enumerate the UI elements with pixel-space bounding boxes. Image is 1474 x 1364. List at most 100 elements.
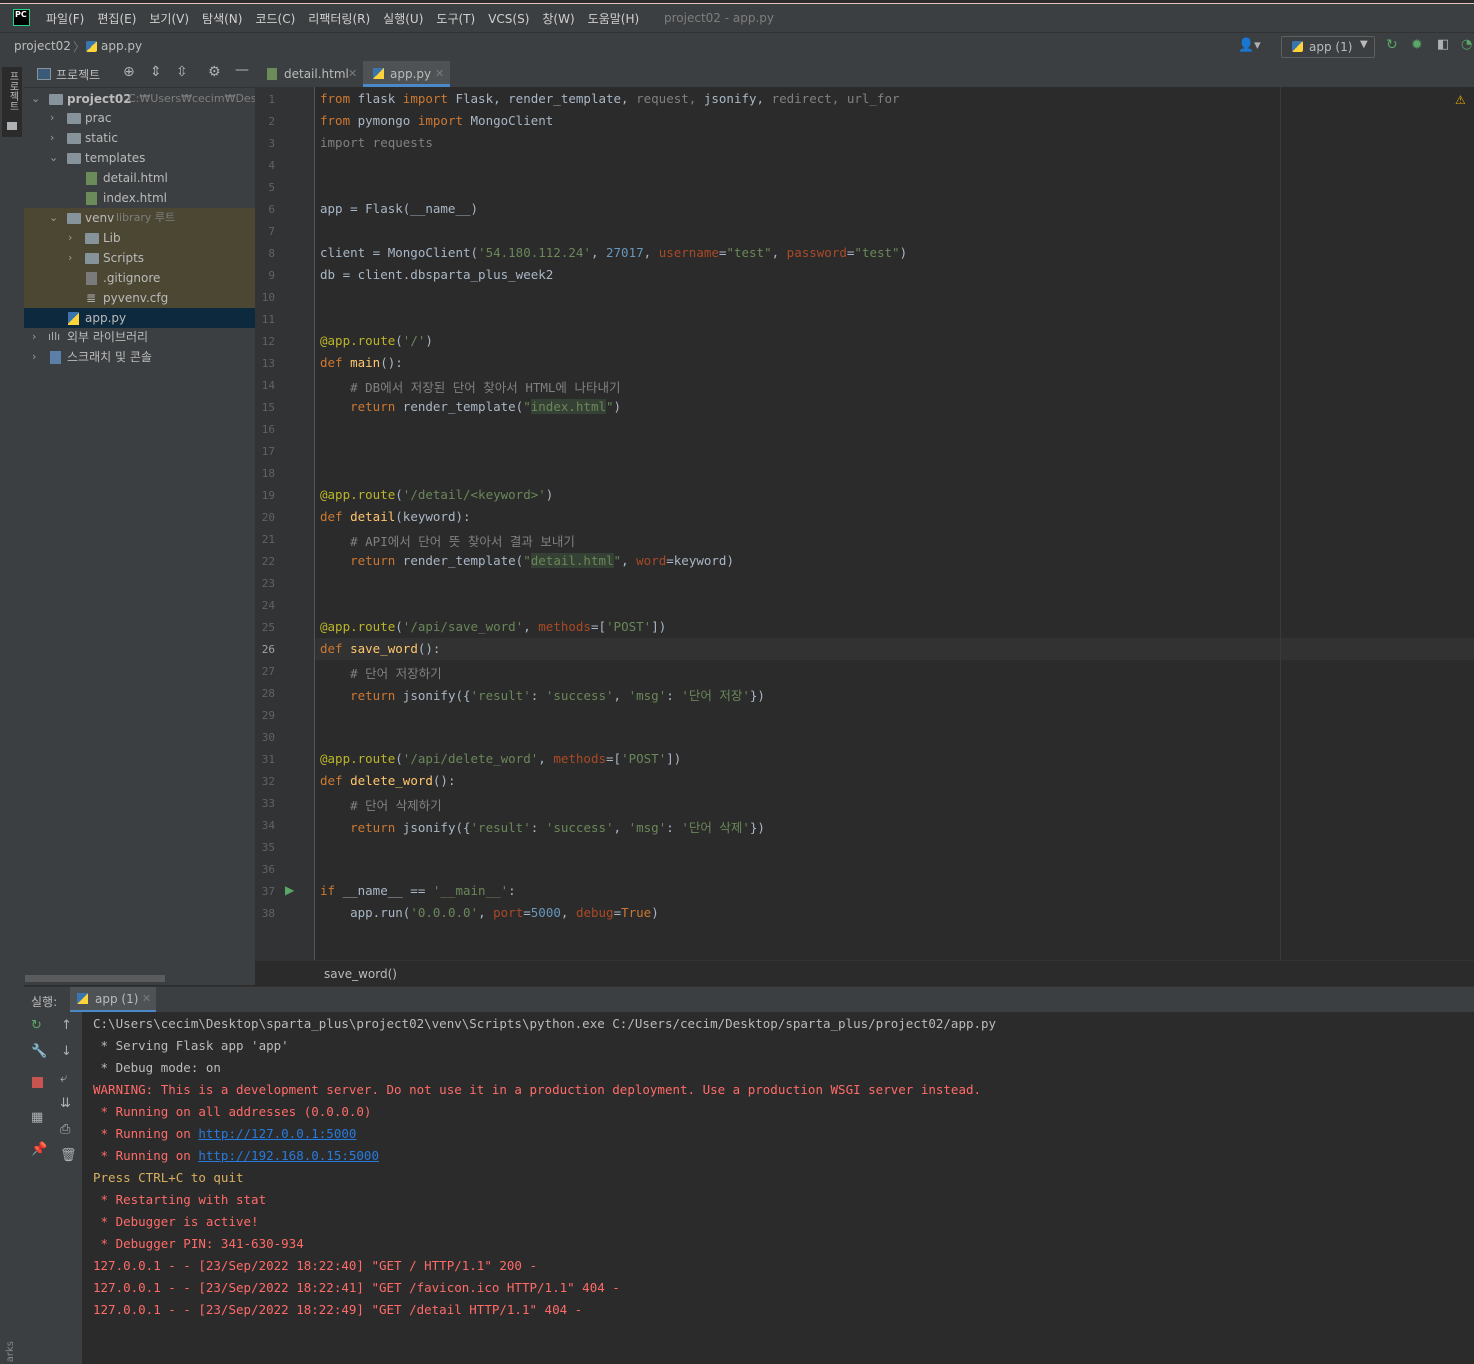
tree-item-venv[interactable]: ⌄ venv library 루트: [24, 208, 255, 228]
print-icon[interactable]: ⎙: [60, 1122, 70, 1137]
collapse-all-icon[interactable]: ⇳: [176, 64, 188, 80]
warning-icon[interactable]: ⚠: [1455, 93, 1466, 107]
nav-project[interactable]: project02: [14, 39, 71, 53]
arrow-down-icon[interactable]: ↓: [61, 1044, 72, 1059]
close-icon[interactable]: ✕: [435, 61, 444, 87]
layout-icon[interactable]: ▦: [31, 1110, 43, 1125]
soft-wrap-icon[interactable]: ⤶: [60, 1071, 67, 1086]
pin-icon[interactable]: 📌: [31, 1142, 47, 1157]
menu-item[interactable]: 리팩터링(R): [308, 10, 370, 27]
code-token: methods: [553, 751, 607, 766]
debug-icon[interactable]: ✹: [1411, 37, 1423, 53]
tree-item-static[interactable]: › static: [24, 128, 255, 148]
console-line: Press CTRL+C to quit: [93, 1170, 244, 1185]
console-line: * Running on http://192.168.0.15:5000: [93, 1148, 379, 1163]
tree-item-path: C:₩Users₩cecim₩Deskt: [128, 92, 268, 105]
menu-item[interactable]: VCS(S): [488, 12, 529, 26]
run-config-select[interactable]: app (1) ▼: [1281, 36, 1375, 58]
coverage-icon[interactable]: ◧: [1437, 37, 1449, 52]
menu-item[interactable]: 도움말(H): [588, 10, 640, 27]
chevron-right-icon: ›: [32, 330, 37, 343]
code-token: '단어 저장': [681, 688, 750, 703]
horizontal-scrollbar[interactable]: [25, 975, 165, 982]
navigation-bar: project02 〉 app.py 👤▾ app (1) ▼ ↻ ✹ ◧ ◔: [0, 32, 1474, 62]
tree-item-project02[interactable]: ⌄ project02 C:₩Users₩cecim₩Deskt: [24, 89, 267, 109]
line-number: 38: [261, 907, 275, 920]
scroll-to-end-icon[interactable]: ⇊: [60, 1096, 71, 1111]
code-token: '__main__': [432, 883, 509, 898]
run-gutter-icon[interactable]: ▶: [285, 883, 294, 897]
trash-icon[interactable]: 🗑: [60, 1148, 77, 1163]
line-number: 18: [261, 467, 275, 480]
tree-item-prac[interactable]: › prac: [24, 108, 255, 128]
run-panel-header: 실행: app (1) ✕: [24, 986, 1474, 1013]
tree-item-detail-html[interactable]: detail.html: [24, 168, 255, 188]
project-panel-header: 프로젝트 ⊕ ⇕ ⇳ ⚙ —: [24, 61, 255, 88]
menu-item[interactable]: 탐색(N): [202, 10, 242, 27]
menu-item[interactable]: 보기(V): [149, 10, 189, 27]
tree-item-external-libraries[interactable]: › ıllı 외부 라이브러리: [24, 327, 255, 347]
line-number: 7: [268, 225, 275, 238]
bookmarks-tool-label[interactable]: arks: [5, 1341, 16, 1362]
tree-item-pyvenv-cfg[interactable]: ≣ pyvenv.cfg: [24, 288, 255, 308]
project-panel-title[interactable]: 프로젝트: [56, 66, 100, 83]
menu-item[interactable]: 창(W): [542, 10, 574, 27]
menu-item[interactable]: 실행(U): [383, 10, 423, 27]
menu-item[interactable]: 편집(E): [97, 10, 136, 27]
tab-detail-html[interactable]: detail.html ✕: [255, 61, 361, 87]
console-link[interactable]: http://127.0.0.1:5000: [198, 1126, 356, 1141]
code-token: jsonify,: [703, 91, 772, 106]
arrow-up-icon[interactable]: ↑: [61, 1018, 72, 1033]
console-link[interactable]: http://192.168.0.15:5000: [198, 1148, 379, 1163]
tree-item-scratches[interactable]: › 스크래치 및 콘솔: [24, 347, 255, 367]
code-line: return jsonify({'result': 'success', 'ms…: [320, 817, 765, 836]
line-number: 33: [261, 797, 275, 810]
menu-item[interactable]: 코드(C): [255, 10, 295, 27]
tree-item-app-py[interactable]: app.py: [24, 308, 255, 328]
menu-item[interactable]: 도구(T): [436, 10, 475, 27]
hide-icon[interactable]: —: [235, 62, 249, 78]
code-token: ,: [771, 245, 787, 260]
run-tab-app[interactable]: app (1) ✕: [70, 987, 156, 1013]
breadcrumb-item[interactable]: save_word(): [324, 967, 397, 981]
console-text: WARNING: This is a development server. D…: [93, 1082, 982, 1097]
code-line: app.run('0.0.0.0', port=5000, debug=True…: [320, 905, 659, 920]
rerun-icon[interactable]: ↻: [1386, 37, 1398, 53]
gear-icon[interactable]: ⚙: [208, 64, 221, 80]
code-token: @app.route: [320, 619, 396, 634]
tree-item-gitignore[interactable]: .gitignore: [24, 268, 255, 288]
menu-item[interactable]: 파일(F): [46, 10, 84, 27]
tree-item-note: library 루트: [116, 211, 176, 224]
tree-item-templates[interactable]: ⌄ templates: [24, 148, 255, 168]
wrench-icon[interactable]: 🔧: [31, 1044, 47, 1059]
code-editor[interactable]: 1 2 3 4 5 6 7 8 9 10 11 12 13 14 15 16 17 18 19 20 21 22 23 24 2…: [255, 87, 1474, 960]
line-number: 1: [268, 93, 275, 106]
rerun-icon[interactable]: ↻: [31, 1018, 42, 1033]
code-token: word: [636, 553, 667, 568]
code-token: port: [493, 905, 524, 920]
html-file-icon: [86, 192, 97, 205]
close-icon[interactable]: ✕: [142, 992, 151, 1005]
line-number: 6: [268, 203, 275, 216]
tab-app-py[interactable]: app.py ✕: [363, 61, 450, 87]
chevron-right-icon: ›: [50, 111, 55, 124]
tree-item-index-html[interactable]: index.html: [24, 188, 255, 208]
close-icon[interactable]: ✕: [348, 61, 357, 87]
tree-item-lib[interactable]: › Lib: [24, 228, 255, 248]
line-number: 36: [261, 863, 275, 876]
stop-icon[interactable]: [32, 1077, 43, 1088]
line-number: 11: [261, 313, 275, 326]
expand-all-icon[interactable]: ⇕: [150, 64, 162, 80]
locate-icon[interactable]: ⊕: [123, 64, 135, 80]
nav-file[interactable]: app.py: [101, 39, 142, 53]
project-tool-button[interactable]: 프로젝트: [2, 67, 22, 137]
code-token: password: [786, 245, 847, 260]
profile-icon[interactable]: ◔: [1461, 37, 1472, 52]
account-icon[interactable]: 👤▾: [1238, 38, 1261, 53]
line-number: 9: [268, 269, 275, 282]
tree-item-scripts[interactable]: › Scripts: [24, 248, 255, 268]
run-console[interactable]: C:\Users\cecim\Desktop\sparta_plus\proje…: [82, 1012, 1474, 1364]
console-line: * Debugger is active!: [93, 1214, 259, 1229]
